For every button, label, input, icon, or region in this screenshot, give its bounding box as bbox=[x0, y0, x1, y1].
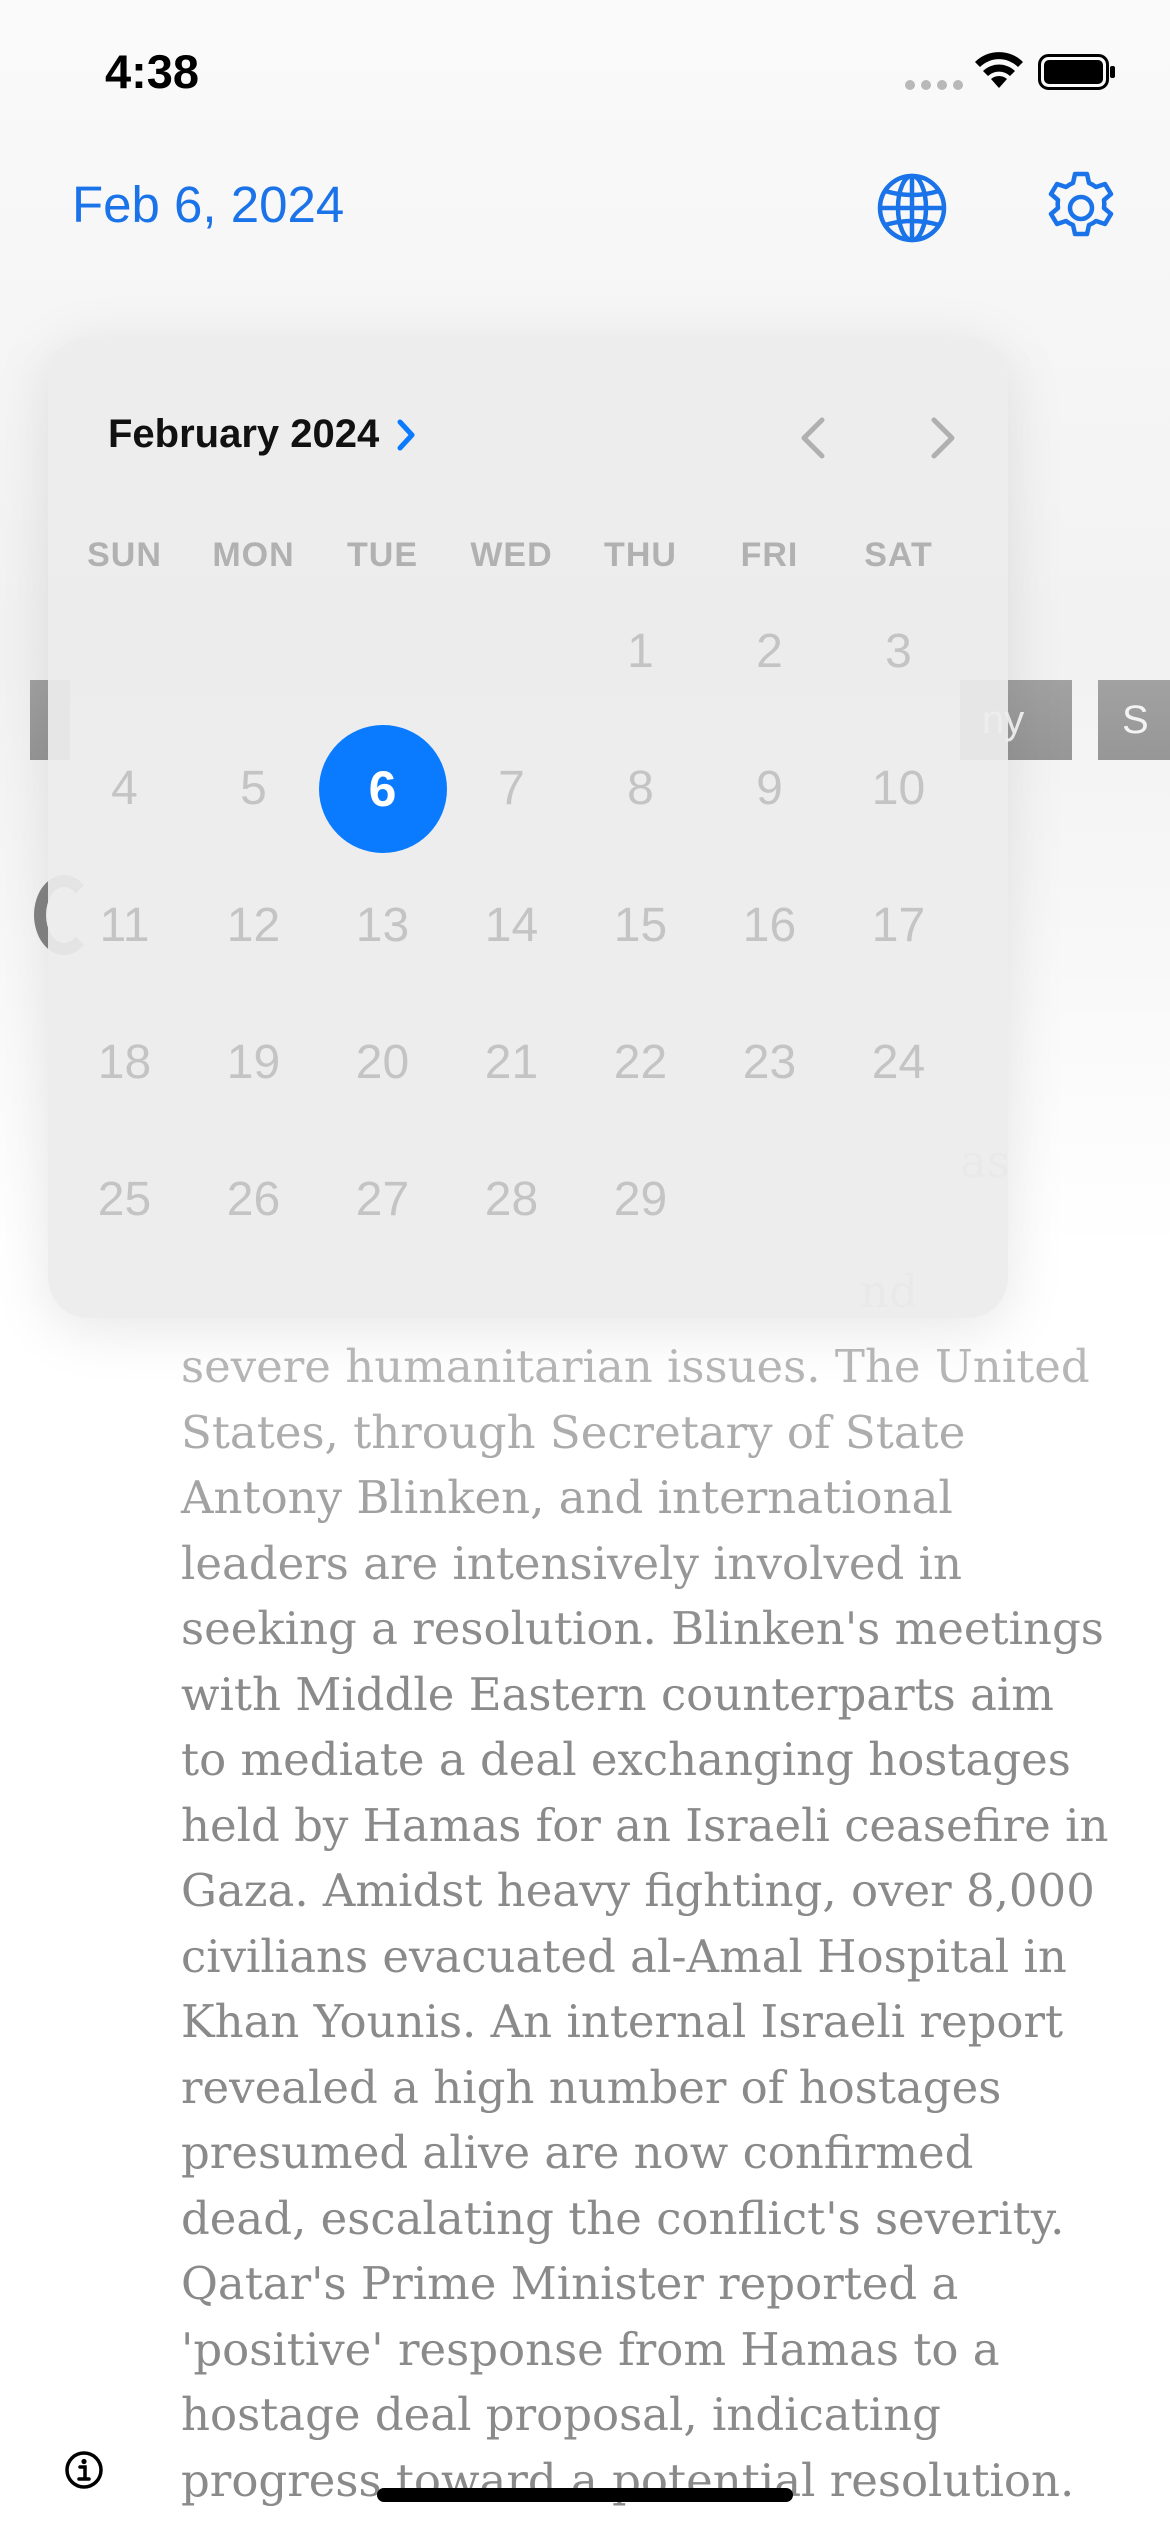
calendar-day[interactable]: 17 bbox=[834, 857, 963, 994]
calendar-day-grid: 1 2 3 4 5 6 7 8 9 10 11 12 13 14 15 16 17 18 19 20 21 22 23 24 2… bbox=[60, 583, 964, 1268]
chevron-right-icon bbox=[397, 419, 415, 450]
info-icon[interactable] bbox=[64, 2450, 104, 2490]
calendar-day[interactable]: 26 bbox=[189, 1131, 318, 1268]
settings-button[interactable] bbox=[1043, 170, 1119, 246]
weekday-label: FRI bbox=[740, 536, 799, 574]
calendar-day[interactable]: 7 bbox=[447, 720, 576, 857]
month-year-label: February 2024 bbox=[108, 412, 380, 456]
weekday-label: TUE bbox=[347, 536, 418, 574]
calendar-day[interactable]: 9 bbox=[705, 720, 834, 857]
calendar-day[interactable]: 2 bbox=[705, 583, 834, 720]
weekday-label: WED bbox=[470, 536, 553, 574]
calendar-day[interactable]: 16 bbox=[705, 857, 834, 994]
calendar-day[interactable]: 12 bbox=[189, 857, 318, 994]
calendar-day[interactable]: 22 bbox=[576, 994, 705, 1131]
calendar-day-empty bbox=[447, 583, 576, 720]
status-time: 4:38 bbox=[105, 45, 200, 98]
cellular-signal-icon bbox=[905, 80, 963, 90]
calendar-popover: February 2024 SUN MON TUE WED THU FRI SA… bbox=[48, 338, 1008, 1318]
calendar-day[interactable]: 11 bbox=[60, 857, 189, 994]
calendar-day-empty bbox=[60, 583, 189, 720]
weekday-label: MON bbox=[212, 536, 295, 574]
calendar-day-empty bbox=[705, 1131, 834, 1268]
calendar-day[interactable]: 24 bbox=[834, 994, 963, 1131]
globe-icon bbox=[877, 173, 947, 243]
weekday-label: SAT bbox=[864, 536, 933, 574]
wifi-icon bbox=[975, 52, 1023, 88]
calendar-day[interactable]: 19 bbox=[189, 994, 318, 1131]
calendar-day[interactable]: 27 bbox=[318, 1131, 447, 1268]
calendar-day[interactable]: 20 bbox=[318, 994, 447, 1131]
calendar-day[interactable]: 25 bbox=[60, 1131, 189, 1268]
calendar-day[interactable]: 8 bbox=[576, 720, 705, 857]
calendar-day[interactable]: 23 bbox=[705, 994, 834, 1131]
calendar-day-selected[interactable]: 6 bbox=[318, 720, 447, 857]
chevron-right-icon bbox=[931, 417, 955, 459]
calendar-day[interactable]: 10 bbox=[834, 720, 963, 857]
calendar-day[interactable]: 13 bbox=[318, 857, 447, 994]
calendar-day[interactable]: 28 bbox=[447, 1131, 576, 1268]
calendar-day[interactable]: 5 bbox=[189, 720, 318, 857]
gear-icon bbox=[1048, 171, 1114, 237]
calendar-day[interactable]: 3 bbox=[834, 583, 963, 720]
previous-month-button[interactable] bbox=[784, 408, 844, 468]
calendar-day-empty bbox=[318, 583, 447, 720]
calendar-day[interactable]: 15 bbox=[576, 857, 705, 994]
calendar-day-label: 6 bbox=[318, 724, 447, 853]
language-button[interactable] bbox=[876, 172, 948, 244]
home-indicator bbox=[377, 2488, 793, 2502]
month-year-selector[interactable]: February 2024 bbox=[108, 412, 417, 457]
calendar-day[interactable]: 18 bbox=[60, 994, 189, 1131]
calendar-day[interactable]: 1 bbox=[576, 583, 705, 720]
weekday-label: THU bbox=[604, 536, 677, 574]
next-month-button[interactable] bbox=[912, 408, 972, 468]
date-picker-button[interactable]: Feb 6, 2024 bbox=[72, 175, 344, 234]
calendar-day-empty bbox=[189, 583, 318, 720]
calendar-day[interactable]: 29 bbox=[576, 1131, 705, 1268]
weekday-label: SUN bbox=[87, 536, 162, 574]
calendar-day[interactable]: 21 bbox=[447, 994, 576, 1131]
battery-icon bbox=[1038, 54, 1115, 90]
calendar-day[interactable]: 4 bbox=[60, 720, 189, 857]
calendar-day[interactable]: 14 bbox=[447, 857, 576, 994]
weekday-header-row: SUN MON TUE WED THU FRI SAT bbox=[60, 536, 964, 575]
chevron-left-icon bbox=[801, 417, 825, 459]
calendar-day-empty bbox=[834, 1131, 963, 1268]
